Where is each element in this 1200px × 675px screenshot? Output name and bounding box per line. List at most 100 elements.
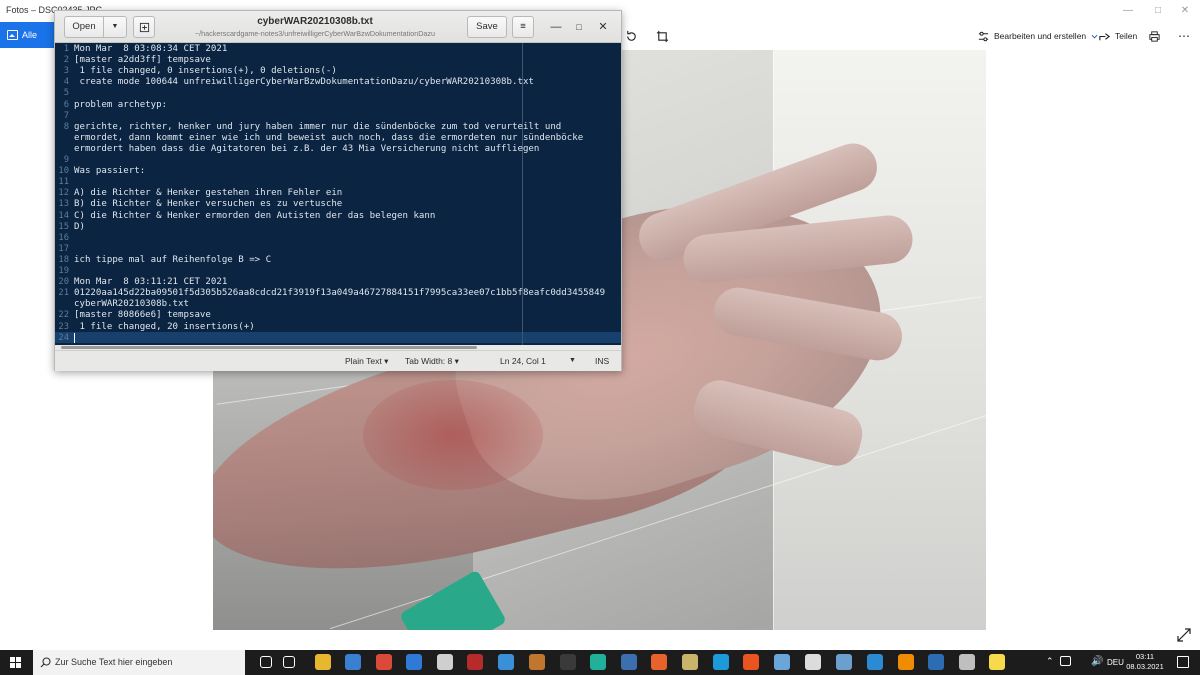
tab-width-selector[interactable]: Tab Width: 8 ▾ bbox=[405, 356, 459, 367]
terminal-icon[interactable] bbox=[805, 654, 821, 670]
maximize-button[interactable]: □ bbox=[1143, 2, 1173, 20]
editor-icon[interactable] bbox=[836, 654, 852, 670]
text-line: ermordert haben dass die Agitatoren bei … bbox=[74, 143, 540, 154]
main-menu-button[interactable]: ≡ bbox=[512, 16, 534, 38]
maximize-button[interactable]: □ bbox=[572, 20, 586, 34]
clock-date: 08.03.2021 bbox=[1126, 662, 1164, 671]
task-view-icon[interactable] bbox=[260, 656, 272, 668]
line-number: 12 bbox=[58, 188, 69, 199]
line-number: 20 bbox=[58, 277, 69, 288]
app-green-icon[interactable] bbox=[590, 654, 606, 670]
text-line: [master 80866e6] tempsave bbox=[74, 310, 211, 321]
ubuntu-icon[interactable] bbox=[743, 654, 759, 670]
line-number: 23 bbox=[58, 321, 69, 332]
line-number: 16 bbox=[58, 232, 69, 243]
line-number: 21 bbox=[58, 288, 69, 299]
live-icon[interactable] bbox=[560, 654, 576, 670]
close-button[interactable]: ✕ bbox=[1170, 2, 1200, 20]
line-number: 18 bbox=[58, 254, 69, 265]
notes-icon[interactable] bbox=[989, 654, 1005, 670]
file-explorer-icon[interactable] bbox=[315, 654, 331, 670]
text-line: Was passiert: bbox=[74, 166, 146, 177]
news-icon[interactable] bbox=[467, 654, 483, 670]
edge-icon[interactable] bbox=[867, 654, 883, 670]
notification-center-button[interactable] bbox=[1177, 656, 1189, 668]
text-line: cyberWAR20210308b.txt bbox=[74, 299, 189, 310]
text-line: [master a2dd3ff] tempsave bbox=[74, 55, 211, 66]
search-icon bbox=[40, 657, 51, 668]
share-button[interactable]: Teilen bbox=[1098, 27, 1137, 45]
edit-icon bbox=[978, 31, 989, 41]
edit-and-create-button[interactable]: Bearbeiten und erstellen bbox=[977, 27, 1099, 45]
skype-icon[interactable] bbox=[713, 654, 729, 670]
chevron-down-icon: ▼ bbox=[111, 23, 119, 30]
minimize-button[interactable]: — bbox=[1113, 2, 1143, 20]
line-number: 22 bbox=[58, 310, 69, 321]
media-icon[interactable] bbox=[529, 654, 545, 670]
line-number: 15 bbox=[58, 221, 69, 232]
save-button[interactable]: Save bbox=[467, 16, 507, 38]
new-document-icon bbox=[139, 22, 149, 33]
new-document-button[interactable] bbox=[133, 16, 155, 38]
editor-header-bar: Open ▼ cyberWAR20210308b.txt ~/hackersca… bbox=[55, 11, 621, 43]
more-icon: ⋯ bbox=[1178, 29, 1190, 43]
line-number: 2 bbox=[63, 55, 69, 66]
editor-statusbar: Plain Text ▾ Tab Width: 8 ▾ Ln 24, Col 1… bbox=[55, 350, 621, 371]
start-button[interactable] bbox=[0, 650, 32, 675]
network-app-icon[interactable] bbox=[959, 654, 975, 670]
text-line: Mon Mar 8 03:08:34 CET 2021 bbox=[74, 44, 228, 54]
text-editor-area[interactable]: 1 Mon Mar 8 03:08:34 CET 2021 2 [master a2d… bbox=[55, 43, 621, 345]
text-editor-window: Open ▼ cyberWAR20210308b.txt ~/hackersca… bbox=[54, 10, 622, 371]
line-number: 19 bbox=[58, 266, 69, 276]
mail-icon[interactable] bbox=[406, 654, 422, 670]
chrome-icon[interactable] bbox=[376, 654, 392, 670]
text-line: D) bbox=[74, 221, 85, 232]
weather-icon[interactable] bbox=[774, 654, 790, 670]
volume-icon[interactable]: 🔊 bbox=[1091, 656, 1103, 667]
text-line: problem archetyp: bbox=[74, 99, 168, 110]
tool-icon[interactable] bbox=[437, 654, 453, 670]
cloud-icon[interactable] bbox=[498, 654, 514, 670]
close-button[interactable]: ✕ bbox=[596, 20, 610, 34]
line-number: 14 bbox=[58, 210, 69, 221]
language-selector[interactable]: Plain Text ▾ bbox=[345, 356, 388, 367]
rotate-button[interactable] bbox=[625, 27, 638, 45]
more-options-button[interactable]: ⋯ bbox=[1178, 27, 1190, 45]
timeline-icon[interactable] bbox=[283, 656, 295, 668]
fullscreen-icon[interactable] bbox=[1176, 627, 1192, 643]
scrollbar-thumb[interactable] bbox=[61, 346, 477, 349]
input-language[interactable]: DEU bbox=[1107, 658, 1124, 667]
line-number: 1 bbox=[63, 44, 69, 54]
text-line: ich tippe mal auf Reihenfolge B => C bbox=[74, 254, 272, 265]
vlc-icon[interactable] bbox=[898, 654, 914, 670]
share-label: Teilen bbox=[1115, 31, 1138, 41]
store-icon[interactable] bbox=[345, 654, 361, 670]
share-icon bbox=[1099, 32, 1111, 40]
line-number: 4 bbox=[63, 77, 69, 88]
rotate-icon bbox=[627, 30, 636, 41]
search-input[interactable]: Zur Suche Text hier eingeben bbox=[33, 650, 245, 675]
alle-fotos-label: Alle Fotos bbox=[22, 30, 45, 66]
cursor-position[interactable]: Ln 24, Col 1 bbox=[500, 356, 546, 366]
photos-icon[interactable] bbox=[928, 654, 944, 670]
minimize-button[interactable]: — bbox=[549, 20, 563, 34]
alle-fotos-button[interactable]: Alle Fotos bbox=[0, 22, 58, 66]
transfer-icon[interactable] bbox=[621, 654, 637, 670]
text-line: gerichte, richter, henker und jury haben… bbox=[74, 121, 562, 132]
chevron-up-icon[interactable]: ⌃ bbox=[1046, 656, 1054, 667]
pen-icon[interactable] bbox=[682, 654, 698, 670]
open-menu-button[interactable]: ▼ bbox=[103, 16, 127, 38]
line-number: 5 bbox=[63, 88, 69, 99]
clock[interactable]: 03:11 08.03.2021 bbox=[1124, 652, 1166, 672]
edit-and-create-label: Bearbeiten und erstellen bbox=[994, 31, 1087, 41]
print-button[interactable] bbox=[1148, 27, 1161, 45]
open-button[interactable]: Open bbox=[64, 16, 104, 38]
line-number: 9 bbox=[63, 155, 69, 165]
crop-button[interactable] bbox=[656, 27, 669, 45]
text-line: create mode 100644 unfreiwilligerCyberWa… bbox=[74, 77, 534, 88]
search-placeholder: Zur Suche Text hier eingeben bbox=[55, 657, 173, 667]
line-number: 7 bbox=[63, 110, 69, 121]
network-icon[interactable] bbox=[1060, 656, 1071, 666]
chevron-down-icon[interactable]: ▼ bbox=[569, 357, 576, 364]
firefox-icon[interactable] bbox=[651, 654, 667, 670]
